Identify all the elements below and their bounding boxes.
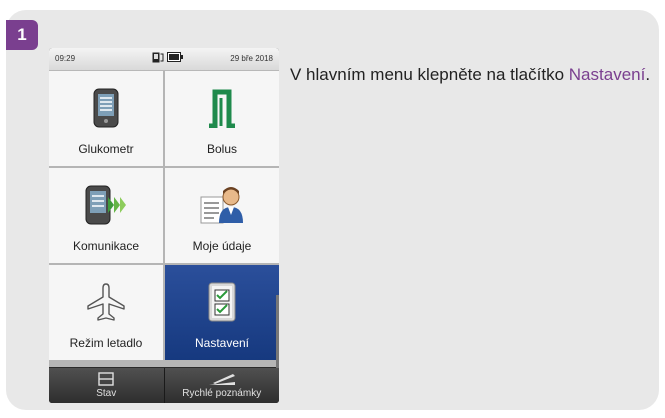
airplane-icon xyxy=(87,283,125,321)
tile-nastaveni[interactable]: Nastavení xyxy=(165,265,279,375)
battery-icon xyxy=(167,52,183,62)
tile-label: Nastavení xyxy=(194,336,250,350)
tile-rezim-letadlo[interactable]: Režim letadlo xyxy=(49,265,163,360)
quick-notes-button[interactable]: Rychlé poznámky xyxy=(164,368,279,403)
tile-label: Glukometr xyxy=(78,142,134,156)
quick-notes-button-label: Rychlé poznámky xyxy=(182,388,262,399)
status-button[interactable]: Stav xyxy=(49,368,165,403)
status-icon xyxy=(98,372,114,386)
instruction-text-after: . xyxy=(645,65,651,84)
my-data-icon xyxy=(200,187,243,224)
status-time: 09:29 xyxy=(55,54,76,63)
tile-label: Režim letadlo xyxy=(69,336,143,350)
status-date: 29 bře 2018 xyxy=(230,54,273,63)
device-screen: 09:29 29 bře 2018 Glukometr Bolus Komuni… xyxy=(49,48,279,403)
meter-icon xyxy=(93,88,119,128)
tile-label: Bolus xyxy=(206,142,238,156)
status-button-label: Stav xyxy=(96,388,117,399)
device-pairing-icon xyxy=(152,52,164,63)
instruction-text: V hlavním menu klepněte na tlačítko Nast… xyxy=(290,61,660,88)
communication-icon xyxy=(85,185,126,225)
tile-label: Komunikace xyxy=(72,239,140,253)
tile-komunikace[interactable]: Komunikace xyxy=(49,168,163,263)
scrollbar[interactable] xyxy=(276,295,279,375)
tile-glukometr[interactable]: Glukometr xyxy=(49,71,163,166)
bolus-icon xyxy=(209,89,235,128)
settings-checklist-icon xyxy=(208,282,236,322)
status-icons xyxy=(152,52,183,63)
tile-label: Moje údaje xyxy=(192,239,252,253)
tile-bolus[interactable]: Bolus xyxy=(165,71,279,166)
status-bar: 09:29 29 bře 2018 xyxy=(49,48,279,71)
bottom-bar: Stav Rychlé poznámky xyxy=(49,368,279,403)
step-badge: 1 xyxy=(6,20,38,50)
tile-moje-udaje[interactable]: Moje údaje xyxy=(165,168,279,263)
instruction-text-before: V hlavním menu klepněte na tlačítko xyxy=(290,65,565,84)
instruction-card: 1 09:29 29 bře 2018 Glukometr Bolus Komu… xyxy=(6,10,659,410)
settings-link[interactable]: Nastavení xyxy=(569,65,646,84)
quick-notes-icon xyxy=(208,374,235,385)
main-menu: Glukometr Bolus Komunikace Moje údaje Re… xyxy=(49,71,279,375)
